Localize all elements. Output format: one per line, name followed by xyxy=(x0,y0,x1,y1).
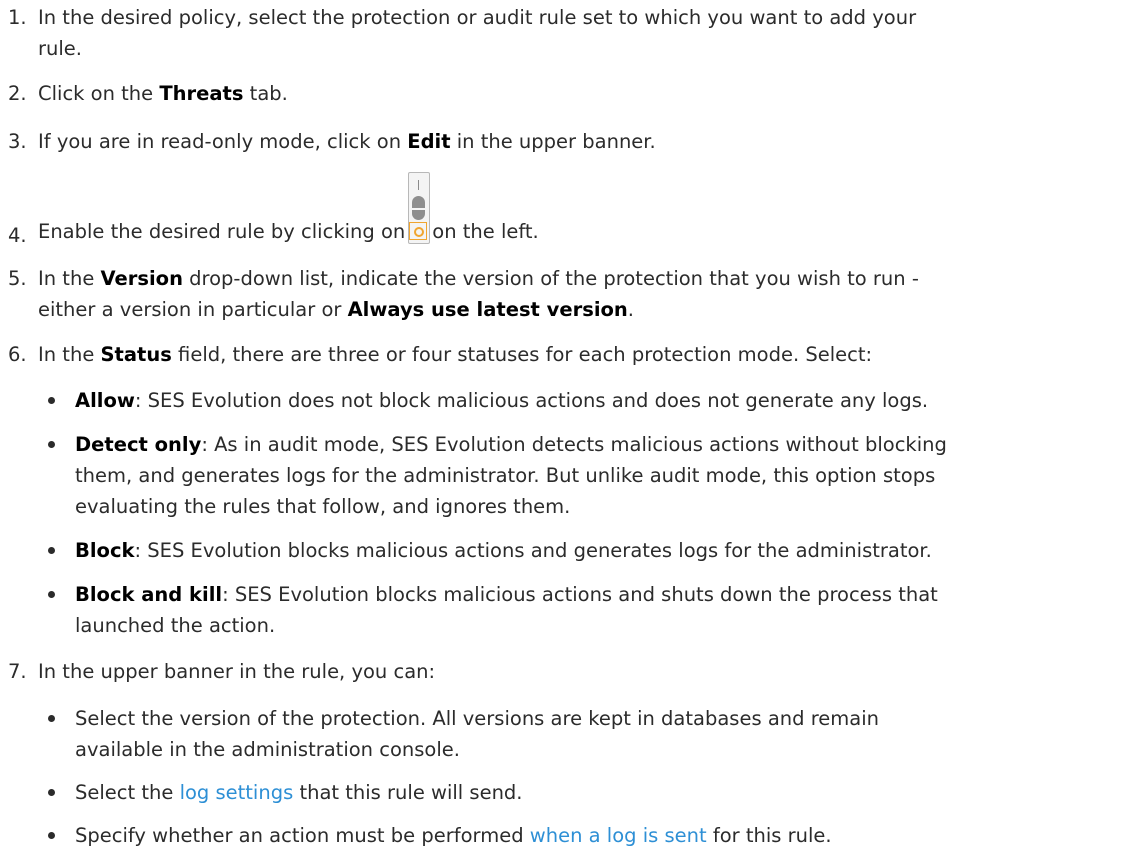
step-text: In the desired policy, select the protec… xyxy=(38,6,917,60)
step-text: In the upper banner in the rule, you can… xyxy=(38,660,436,683)
step-text: In the Status field, there are three or … xyxy=(38,343,873,366)
status-ref: Status xyxy=(100,343,172,366)
step-number: 5. xyxy=(8,267,27,290)
bullet-dot xyxy=(48,441,55,448)
threats-tab-ref: Threats xyxy=(159,82,244,105)
bullet-dot xyxy=(48,591,55,598)
always-latest-ref: Always use latest version xyxy=(347,298,628,321)
step-4: 4. Enable the desired rule by clicking o… xyxy=(0,172,1120,252)
step-number: 6. xyxy=(8,343,27,366)
step-number: 3. xyxy=(8,130,27,153)
step-text: In the Version drop-down list, indicate … xyxy=(38,267,919,321)
bullet-dot xyxy=(48,832,55,839)
toggle-switch-icon xyxy=(408,172,431,246)
step-number: 4. xyxy=(8,224,27,247)
step-text: Click on the Threats tab. xyxy=(38,82,288,105)
bullet-dot xyxy=(48,547,55,554)
bullet-dot xyxy=(48,397,55,404)
bullet-dot xyxy=(48,789,55,796)
step-number: 7. xyxy=(8,660,27,683)
edit-ref: Edit xyxy=(407,130,451,153)
bullet-dot xyxy=(48,715,55,722)
step-number: 2. xyxy=(8,82,27,105)
version-ref: Version xyxy=(100,267,183,290)
log-settings-link[interactable]: log settings xyxy=(180,781,294,804)
step-text: If you are in read-only mode, click on E… xyxy=(38,130,656,153)
step-text: Enable the desired rule by clicking on on… xyxy=(38,172,1118,247)
when-log-sent-link[interactable]: when a log is sent xyxy=(530,824,707,847)
step-number: 1. xyxy=(8,6,27,29)
